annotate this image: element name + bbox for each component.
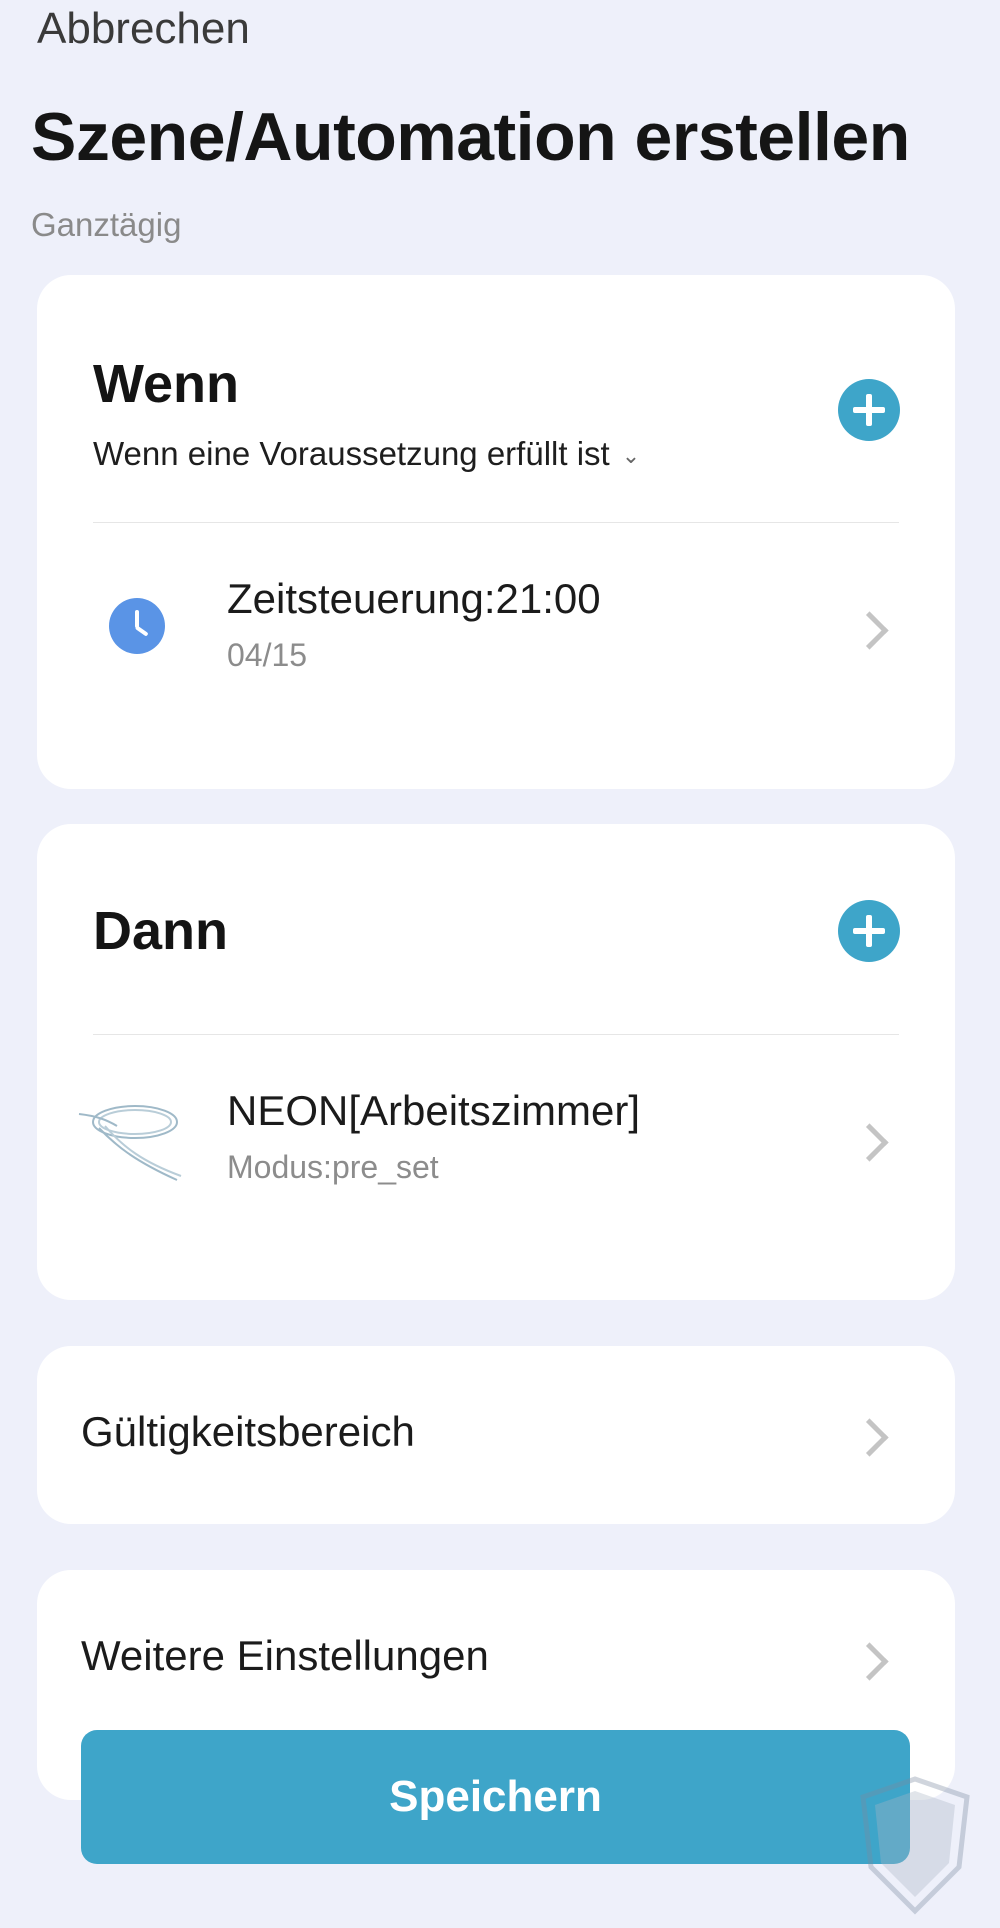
condition-mode-dropdown[interactable]: Wenn eine Voraussetzung erfüllt ist ⌄ [93, 435, 640, 473]
schedule-subtitle: Ganztägig [31, 206, 182, 243]
dann-card: Dann NEON[Arbeitszimmer] Modus:pre_set [37, 824, 955, 1300]
wenn-card: Wenn Wenn eine Voraussetzung erfüllt ist… [37, 275, 955, 789]
divider [93, 1034, 899, 1035]
chevron-right-icon [850, 1642, 889, 1681]
cancel-button[interactable]: Abbrechen [37, 4, 250, 54]
condition-mode-label: Wenn eine Voraussetzung erfüllt ist [93, 435, 610, 472]
action-row-neon[interactable]: NEON[Arbeitszimmer] Modus:pre_set [37, 1087, 955, 1217]
more-settings-label: Weitere Einstellungen [81, 1632, 489, 1679]
chevron-down-icon: ⌄ [621, 443, 641, 469]
chevron-right-icon [850, 1418, 889, 1457]
action-subtitle: Modus:pre_set [227, 1149, 439, 1185]
condition-row-schedule[interactable]: Zeitsteuerung:21:00 04/15 [37, 575, 955, 705]
scope-label: Gültigkeitsbereich [81, 1408, 415, 1455]
neon-strip-icon [78, 1105, 182, 1181]
chevron-right-icon [850, 611, 889, 650]
add-action-button[interactable] [838, 900, 900, 962]
divider [93, 522, 899, 523]
save-button[interactable]: Speichern [81, 1730, 910, 1864]
dann-title: Dann [93, 901, 228, 961]
condition-subtitle: 04/15 [227, 637, 308, 673]
watermark-logo [860, 1776, 970, 1915]
clock-icon [109, 598, 165, 654]
condition-title: Zeitsteuerung:21:00 [227, 575, 601, 622]
chevron-right-icon [850, 1123, 889, 1162]
scope-row[interactable]: Gültigkeitsbereich [37, 1346, 955, 1524]
page-title: Szene/Automation erstellen [31, 99, 910, 175]
action-title: NEON[Arbeitszimmer] [227, 1087, 641, 1134]
wenn-title: Wenn [93, 354, 239, 414]
add-condition-button[interactable] [838, 379, 900, 441]
